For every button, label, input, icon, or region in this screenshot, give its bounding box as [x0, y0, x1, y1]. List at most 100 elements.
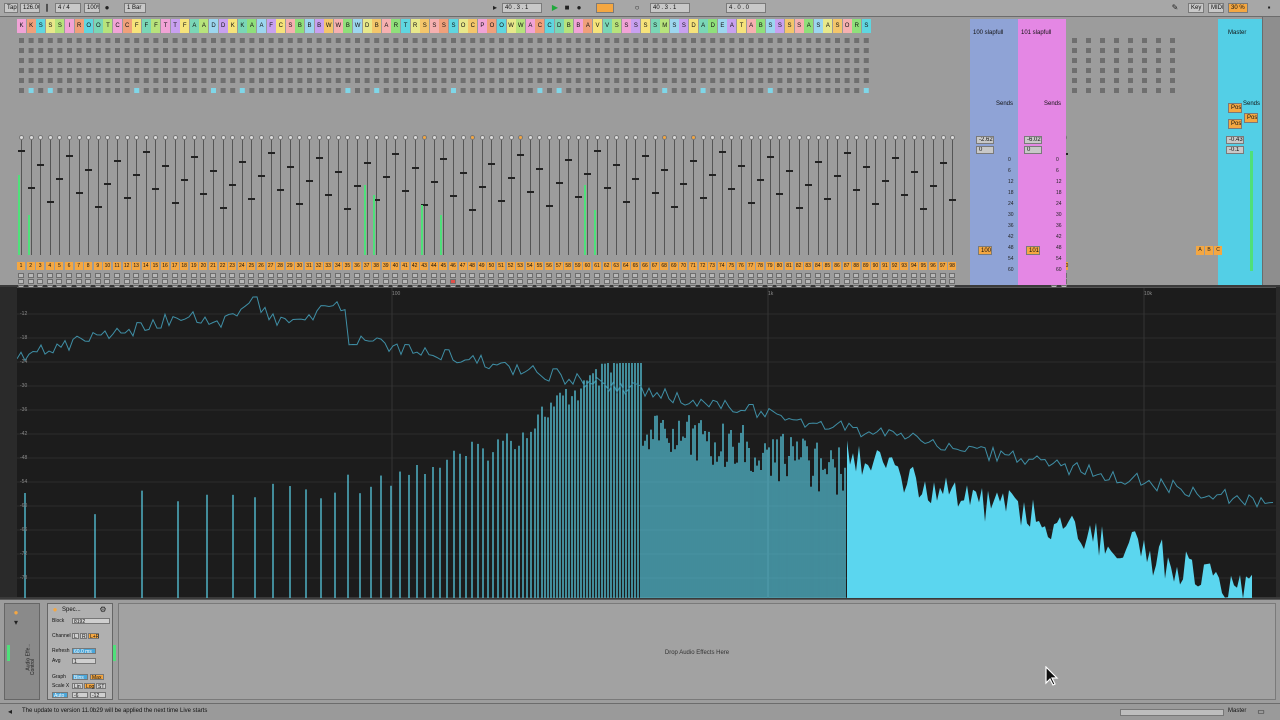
clip-stop-button[interactable]	[1170, 78, 1175, 83]
track-header[interactable]: A	[583, 19, 593, 33]
clip-stop-button[interactable]	[470, 68, 476, 73]
solo-button[interactable]	[901, 273, 908, 278]
clip-stop-button[interactable]	[374, 48, 380, 53]
volume-fader-track[interactable]	[184, 140, 186, 255]
track-header[interactable]: S	[621, 19, 631, 33]
volume-fader-track[interactable]	[405, 140, 406, 255]
clip-stop-button[interactable]	[230, 48, 236, 53]
avg-field[interactable]: 1	[72, 658, 96, 665]
track-number-button[interactable]: 43	[420, 262, 429, 270]
arm-button[interactable]	[517, 279, 524, 284]
clip-stop-button[interactable]	[614, 78, 620, 83]
arm-button[interactable]	[267, 279, 274, 284]
clip-stop-button[interactable]	[182, 78, 188, 83]
channel-r-button[interactable]: R	[80, 633, 87, 640]
clip-stop-button[interactable]	[345, 48, 351, 53]
clip-stop-button[interactable]	[412, 68, 418, 73]
clip-stop-button[interactable]	[239, 48, 245, 53]
arm-button[interactable]	[37, 279, 44, 284]
clip-stop-button[interactable]	[681, 58, 687, 63]
track-number-button[interactable]: 81	[785, 262, 793, 270]
volume-fader-handle[interactable]	[181, 179, 189, 181]
clip-stop-button[interactable]	[115, 68, 120, 73]
clip-stop-button[interactable]	[364, 48, 370, 53]
solo-button[interactable]	[392, 273, 399, 278]
track-number-button[interactable]: 13	[132, 262, 141, 270]
solo-button[interactable]	[162, 273, 168, 278]
arm-button[interactable]	[114, 279, 120, 284]
volume-fader-track[interactable]	[30, 140, 32, 255]
arm-button[interactable]	[459, 279, 466, 284]
clip-stop-button[interactable]	[566, 58, 572, 63]
clip-stop-button[interactable]	[307, 88, 312, 93]
arm-button[interactable]	[795, 279, 802, 284]
track-header[interactable]: S	[36, 19, 46, 33]
arm-button[interactable]	[18, 279, 24, 284]
clip-stop-button[interactable]	[835, 48, 840, 53]
clip-stop-button[interactable]	[777, 88, 783, 93]
clip-stop-button[interactable]	[134, 58, 140, 63]
track-header[interactable]: D	[689, 19, 699, 33]
clip-stop-button[interactable]	[422, 78, 428, 83]
track-header[interactable]: F	[141, 19, 151, 33]
solo-button[interactable]	[229, 273, 236, 278]
clip-stop-button[interactable]	[182, 48, 188, 53]
solo-button[interactable]	[632, 273, 639, 278]
clip-stop-button[interactable]	[1156, 88, 1161, 93]
track-number-button[interactable]: 3	[36, 262, 45, 270]
clip-stop-button[interactable]	[739, 48, 744, 53]
track-number-button[interactable]: 65	[631, 262, 640, 270]
arm-button[interactable]	[123, 279, 130, 284]
track-number-button[interactable]: 5	[55, 262, 64, 270]
clip-stop-button[interactable]	[547, 38, 552, 43]
clip-stop-button[interactable]	[681, 48, 687, 53]
clip-stop-button[interactable]	[489, 48, 495, 53]
clip-stop-button[interactable]	[787, 68, 792, 73]
track-header[interactable]: S	[420, 19, 430, 33]
return-b-number[interactable]: 101	[1026, 246, 1040, 255]
clip-stop-button[interactable]	[595, 68, 600, 73]
track-header[interactable]: W	[506, 19, 516, 33]
refresh-field[interactable]: 60.0 ms	[72, 648, 96, 655]
clip-stop-button[interactable]	[815, 78, 821, 83]
clip-stop-button[interactable]	[1128, 88, 1133, 93]
clip-stop-button[interactable]	[355, 78, 360, 83]
clip-stop-button[interactable]	[1114, 38, 1119, 43]
clip-stop-button[interactable]	[470, 78, 476, 83]
volume-fader-handle[interactable]	[920, 208, 928, 210]
clip-stop-button[interactable]	[278, 88, 284, 93]
clip-stop-button[interactable]	[431, 48, 437, 53]
track-header[interactable]: A	[804, 19, 814, 33]
track-header[interactable]: E	[717, 19, 727, 33]
volume-fader-handle[interactable]	[315, 157, 323, 159]
clip-stop-button[interactable]	[316, 48, 322, 53]
volume-fader-track[interactable]	[933, 140, 934, 255]
volume-fader-handle[interactable]	[949, 199, 957, 201]
clip-stop-button[interactable]	[326, 38, 332, 43]
clip-stop-button[interactable]	[767, 78, 773, 83]
clip-stop-button[interactable]	[1100, 78, 1105, 83]
solo-button[interactable]	[488, 273, 495, 278]
track-number-button[interactable]: 63	[612, 262, 621, 270]
volume-fader-handle[interactable]	[56, 178, 64, 180]
volume-fader-track[interactable]	[241, 140, 243, 255]
volume-fader-handle[interactable]	[814, 161, 822, 163]
send-return-button[interactable]: A	[1196, 246, 1204, 255]
horizontal-scrollbar[interactable]	[1120, 709, 1224, 716]
arm-button[interactable]	[699, 279, 706, 284]
track-number-button[interactable]: 26	[257, 262, 265, 270]
volume-fader-handle[interactable]	[94, 206, 102, 208]
volume-fader-track[interactable]	[232, 140, 234, 255]
channel-lr-button[interactable]: L+R	[88, 633, 99, 640]
track-header[interactable]: A	[525, 19, 535, 33]
volume-fader-handle[interactable]	[709, 174, 717, 176]
clip-stop-button[interactable]	[1142, 38, 1147, 43]
volume-fader-handle[interactable]	[258, 175, 265, 177]
track-number-button[interactable]: 39	[381, 262, 390, 270]
volume-fader-handle[interactable]	[354, 185, 361, 187]
clip-stop-button[interactable]	[758, 68, 764, 73]
solo-button[interactable]	[430, 273, 437, 278]
solo-button[interactable]	[728, 273, 735, 278]
clip-stop-button[interactable]	[787, 38, 792, 43]
arm-button[interactable]	[402, 279, 408, 284]
